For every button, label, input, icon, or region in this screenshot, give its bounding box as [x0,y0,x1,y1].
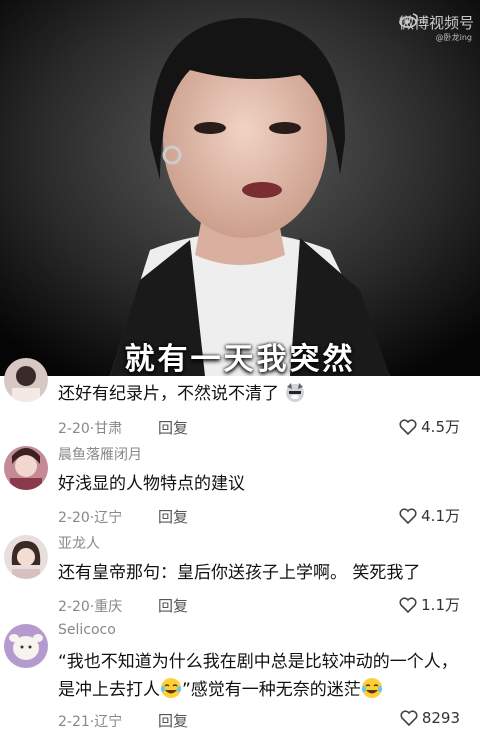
comment-item: 亚龙人 还有皇帝那句：皇后你送孩子上学啊。 笑死我了 2-20·重庆 回复 1.… [0,533,480,619]
comment-location: 辽宁 [94,510,123,526]
avatar[interactable] [4,535,48,579]
like-count: 1.1万 [421,596,460,614]
comment-location: 甘肃 [94,421,123,437]
comment-text: 还有皇帝那句：皇后你送孩子上学啊。 笑死我了 [58,563,421,583]
comment-text-line1: “我也不知道为什么我在剧中总是比较冲动的一个人， [58,652,458,672]
like-count: 4.1万 [421,507,460,525]
comment-item: 晨鱼落雁闭月 好浅显的人物特点的建议 2-20·辽宁 回复 4.1万 [0,444,480,530]
comment-username[interactable]: Selicoco [58,622,116,638]
comment-text: 好浅显的人物特点的建议 [58,474,245,494]
heart-icon [399,596,417,613]
avatar[interactable] [4,358,48,402]
heart-icon [400,710,418,727]
weibo-logo-icon [399,13,418,28]
dog-emoji-icon [286,383,305,402]
avatar[interactable] [4,446,48,490]
like-button[interactable]: 1.1万 [398,594,460,615]
comment-item: 还好有纪录片，不然说不清了 2-20·甘肃 回复 4.5万 [0,358,480,446]
reply-button[interactable]: 回复 [158,506,188,527]
comment-date: 2-20 [58,599,90,615]
video-subtitle: 就有一天我突然 [124,342,356,376]
heart-icon [399,418,417,435]
comment-date: 2-20 [58,510,90,526]
heart-icon [399,507,417,524]
reply-button[interactable]: 回复 [158,710,188,731]
comment-meta: 2-20·甘肃 [58,421,123,437]
comment-username[interactable]: 亚龙人 [58,533,100,553]
comment-text-line2: 是冲上去打人 ”感觉有一种无奈的迷茫 [58,675,383,705]
reply-button[interactable]: 回复 [158,595,188,616]
video-player[interactable]: 微博视频号 @卧龙ing 就有一天我突然 [0,0,480,376]
like-button[interactable]: 4.5万 [398,416,460,437]
like-button[interactable]: 4.1万 [398,505,460,526]
comment-location: 辽宁 [94,714,123,730]
comment-username[interactable]: 晨鱼落雁闭月 [58,444,142,464]
avatar[interactable] [4,624,48,668]
reply-button[interactable]: 回复 [158,417,188,438]
comment-meta: 2-21·辽宁 [58,714,123,730]
like-button[interactable]: 8293 [399,709,460,727]
weibo-watermark: 微博视频号 [399,12,474,33]
comment-item: Selicoco “我也不知道为什么我在剧中总是比较冲动的一个人， 是冲上去打人… [0,622,480,731]
comment-meta: 2-20·重庆 [58,599,123,615]
comment-date: 2-20 [58,421,90,437]
video-frame-illustration [0,0,480,376]
like-count: 8293 [421,709,460,727]
watermark-subtext: @卧龙ing [435,33,472,42]
comment-meta: 2-20·辽宁 [58,510,123,526]
comment-location: 重庆 [94,599,123,615]
comment-text: 还好有纪录片，不然说不清了 [58,379,306,409]
like-count: 4.5万 [421,418,460,436]
crying-laugh-emoji-icon [161,678,181,698]
crying-laugh-emoji-icon [361,678,382,698]
comment-date: 2-21 [58,714,90,730]
